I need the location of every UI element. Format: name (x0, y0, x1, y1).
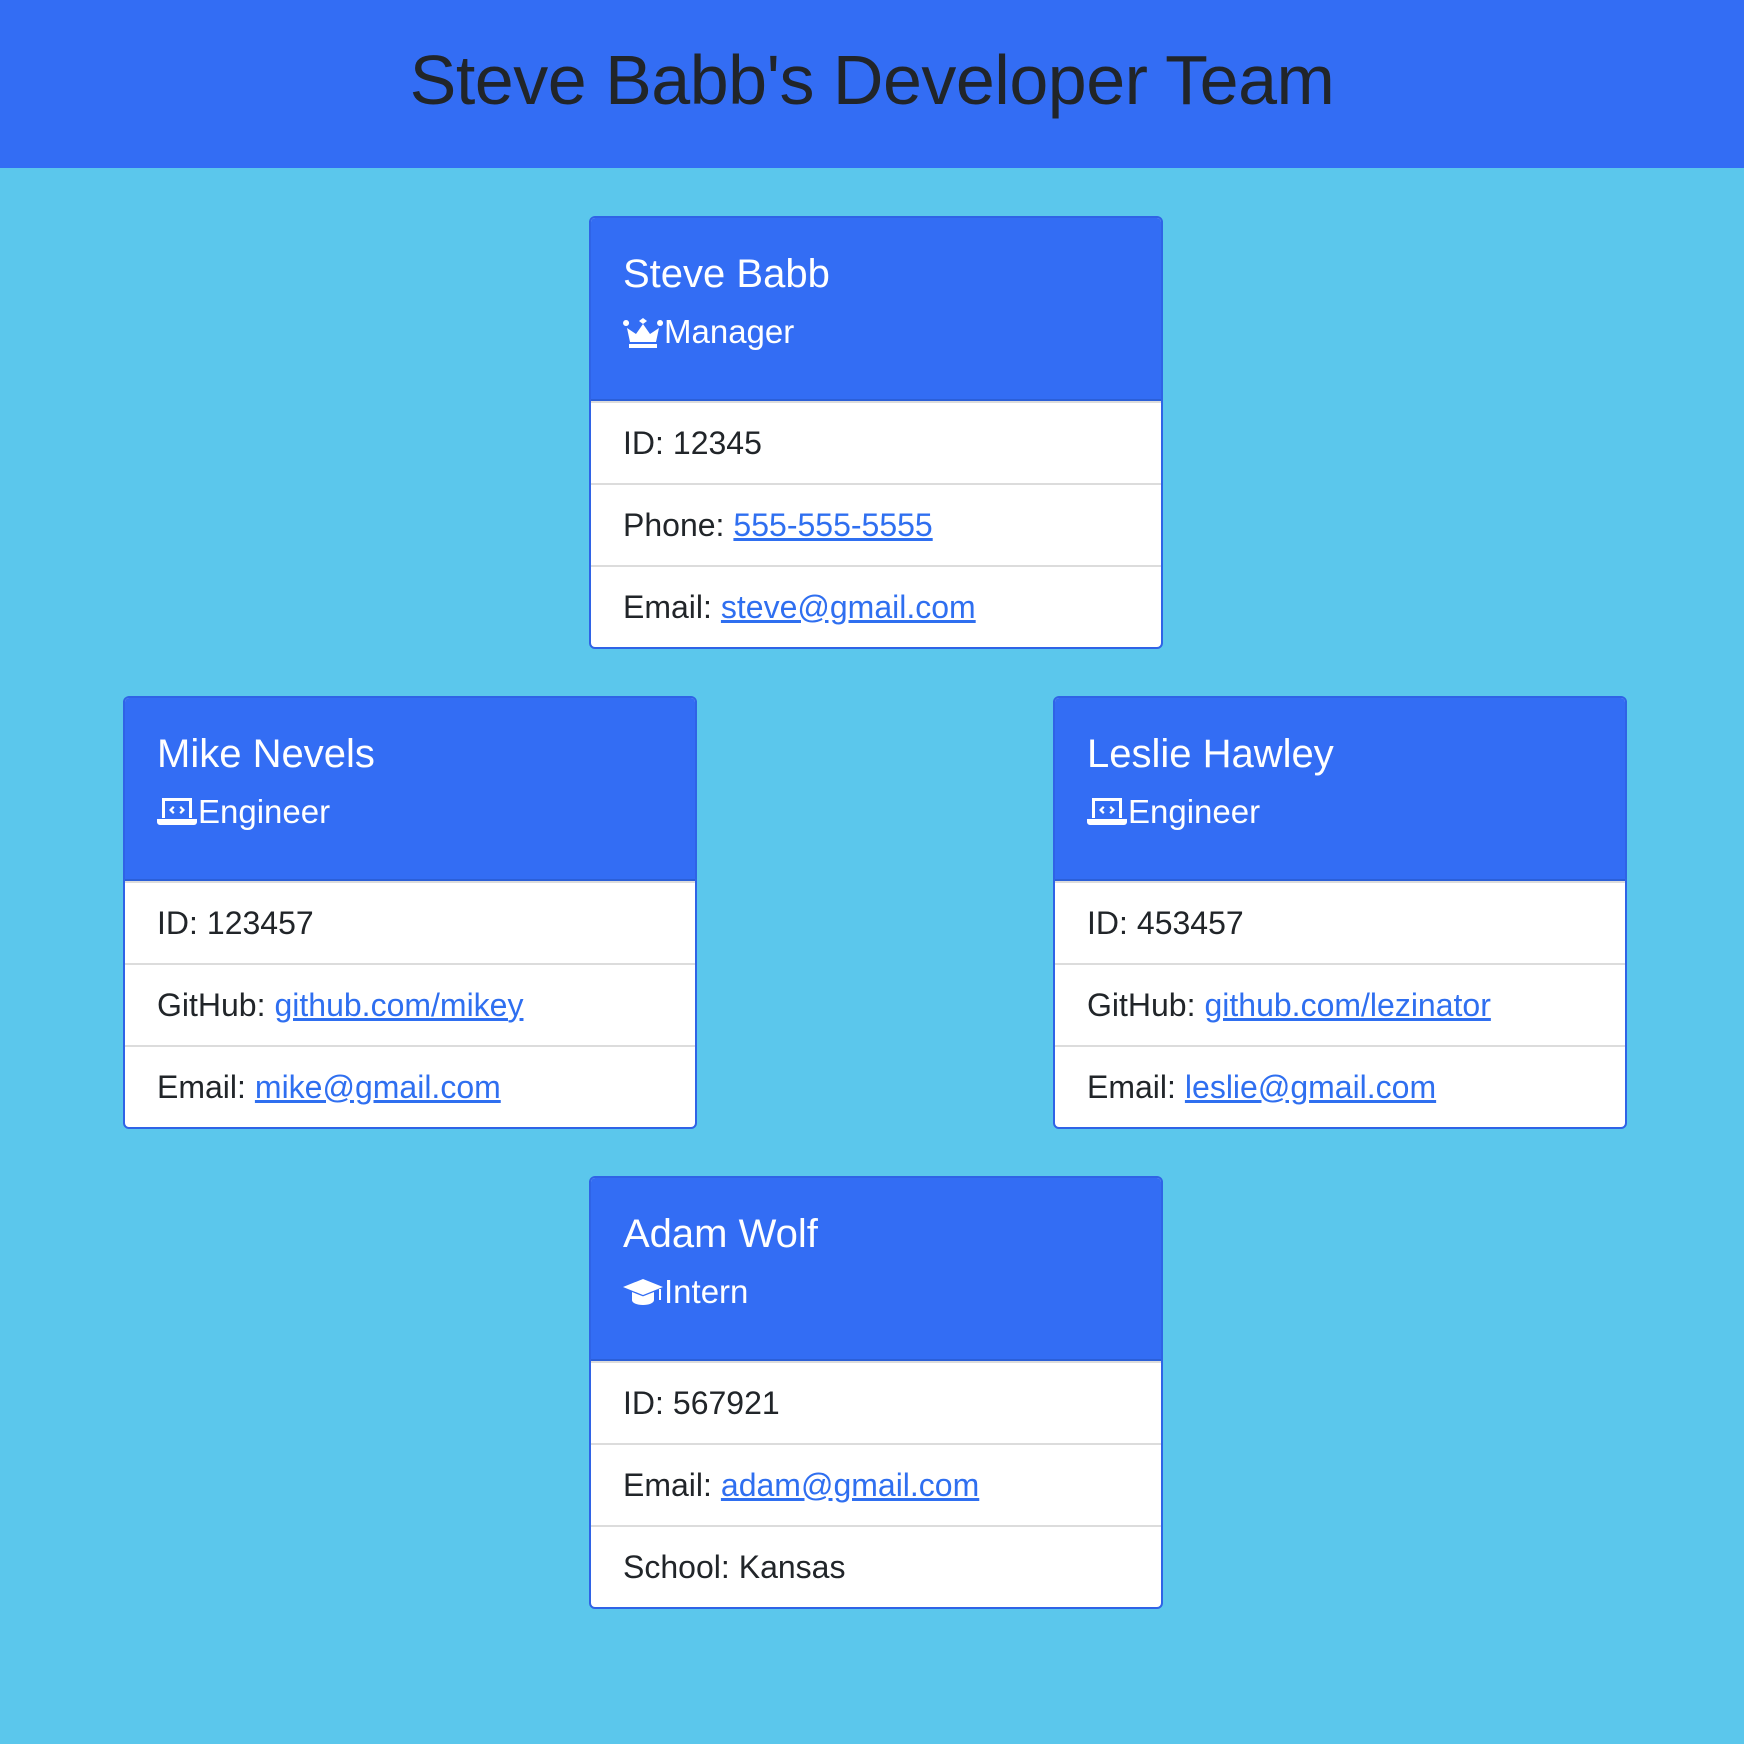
graduation-cap-icon (623, 1279, 663, 1305)
email-link[interactable]: mike@gmail.com (255, 1069, 501, 1106)
laptop-code-icon (157, 798, 197, 825)
field-value: 123457 (206, 904, 314, 941)
card-header: Adam Wolf Intern (591, 1178, 1161, 1361)
employee-card-manager: Steve Babb Manager ID: 12345 Phone: 555-… (589, 216, 1163, 649)
card-header: Leslie Hawley Engineer (1055, 698, 1625, 881)
field-label: School: (623, 1548, 730, 1585)
employee-name: Leslie Hawley (1087, 732, 1334, 776)
employee-role: Engineer (157, 792, 663, 832)
employee-role: Engineer (1087, 792, 1593, 832)
field-label: Email: (157, 1068, 246, 1105)
role-label: Engineer (1128, 793, 1261, 830)
github-link[interactable]: github.com/mikey (274, 987, 523, 1024)
field-label: Email: (623, 1466, 712, 1503)
page-header: Steve Babb's Developer Team (0, 0, 1744, 168)
field-label: Phone: (623, 506, 725, 543)
field-value: 567921 (672, 1384, 780, 1421)
list-item-school: School: Kansas (591, 1525, 1161, 1607)
role-label: Intern (664, 1273, 749, 1310)
list-item-id: ID: 12345 (591, 401, 1161, 483)
field-value: 453457 (1136, 904, 1244, 941)
employee-name: Steve Babb (623, 252, 830, 296)
card-header: Mike Nevels Engineer (125, 698, 695, 881)
field-label: Email: (1087, 1068, 1176, 1105)
field-value: 12345 (672, 424, 762, 461)
field-label: GitHub: (1087, 986, 1196, 1023)
list-item-email: Email: steve@gmail.com (591, 565, 1161, 647)
card-header: Steve Babb Manager (591, 218, 1161, 401)
github-link[interactable]: github.com/lezinator (1204, 987, 1490, 1024)
list-item-phone: Phone: 555-555-5555 (591, 483, 1161, 565)
email-link[interactable]: adam@gmail.com (721, 1467, 979, 1504)
crown-icon (623, 318, 663, 348)
employee-name: Adam Wolf (623, 1212, 818, 1256)
page-title: Steve Babb's Developer Team (409, 41, 1335, 119)
employee-card-engineer: Mike Nevels Engineer ID: 123457 GitHub: … (123, 696, 697, 1129)
employee-role: Manager (623, 312, 1129, 352)
email-link[interactable]: steve@gmail.com (721, 589, 976, 626)
phone-link[interactable]: 555-555-5555 (733, 507, 932, 544)
field-label: ID: (623, 424, 664, 461)
list-item-email: Email: leslie@gmail.com (1055, 1045, 1625, 1127)
field-label: GitHub: (157, 986, 266, 1023)
email-link[interactable]: leslie@gmail.com (1185, 1069, 1436, 1106)
list-item-email: Email: adam@gmail.com (591, 1443, 1161, 1525)
employee-card-intern: Adam Wolf Intern ID: 567921 Email: adam@… (589, 1176, 1163, 1609)
role-label: Manager (664, 313, 795, 350)
list-item-id: ID: 567921 (591, 1361, 1161, 1443)
list-item-github: GitHub: github.com/mikey (125, 963, 695, 1045)
field-label: ID: (157, 904, 198, 941)
field-label: ID: (1087, 904, 1128, 941)
list-item-email: Email: mike@gmail.com (125, 1045, 695, 1127)
list-item-id: ID: 123457 (125, 881, 695, 963)
field-value: Kansas (738, 1548, 846, 1585)
list-item-github: GitHub: github.com/lezinator (1055, 963, 1625, 1045)
role-label: Engineer (198, 793, 331, 830)
list-item-id: ID: 453457 (1055, 881, 1625, 963)
field-label: ID: (623, 1384, 664, 1421)
field-label: Email: (623, 588, 712, 625)
laptop-code-icon (1087, 798, 1127, 825)
employee-role: Intern (623, 1272, 1129, 1312)
employee-card-engineer: Leslie Hawley Engineer ID: 453457 GitHub… (1053, 696, 1627, 1129)
employee-name: Mike Nevels (157, 732, 375, 776)
